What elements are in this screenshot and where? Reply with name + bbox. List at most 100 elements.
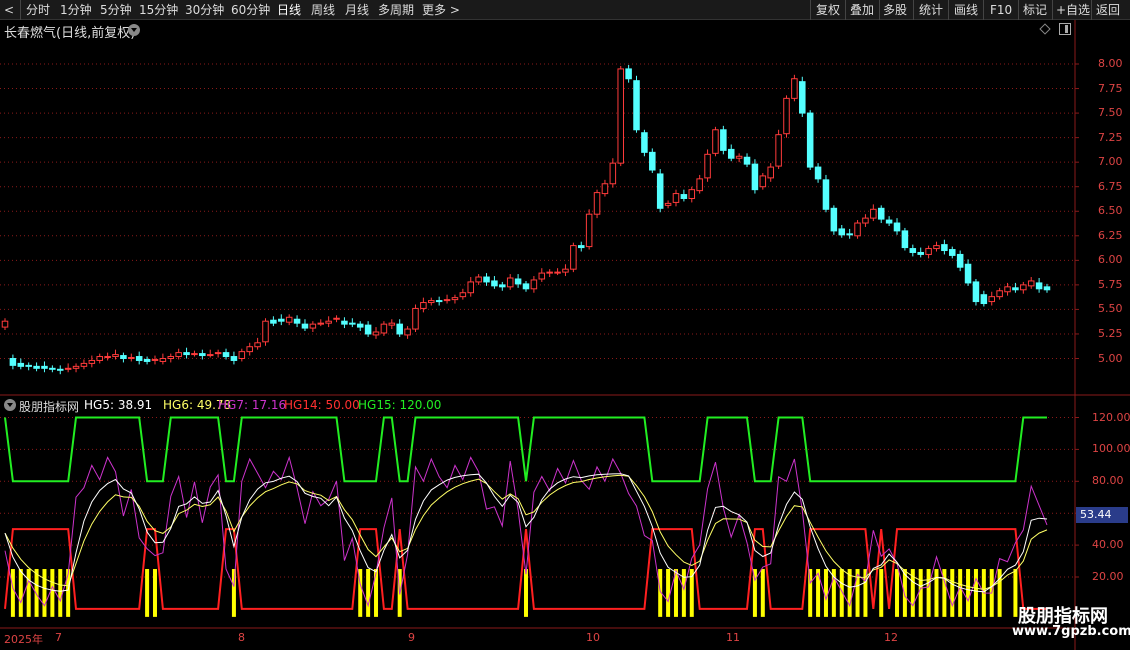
candle (278, 318, 285, 322)
hg14-value: HG14: 50.00 (284, 398, 360, 412)
candle (862, 217, 869, 224)
candle (1004, 286, 1011, 293)
candle (506, 277, 514, 288)
candle (459, 292, 467, 298)
candle (262, 320, 269, 343)
candle (372, 331, 380, 336)
date-label: 7 (55, 631, 62, 644)
indicator-name: 股朋指标网 (19, 400, 80, 414)
candle (475, 276, 482, 283)
candle (72, 365, 80, 369)
candle (735, 155, 743, 159)
candle (601, 183, 609, 195)
current-indicator-value: 53.44 (1076, 507, 1128, 523)
candle (214, 352, 222, 355)
price-tick-label: 5.50 (1098, 302, 1123, 316)
candle (443, 299, 451, 302)
candle (317, 322, 325, 325)
indicator-legend: 股朋指标网 HG5: 38.91 HG6: 49.78 HG7: 17.16 H… (0, 396, 1075, 414)
chevron-down-icon[interactable] (128, 24, 140, 36)
signal-bar (966, 569, 971, 617)
candle (822, 179, 830, 210)
candle (696, 178, 703, 192)
candle (128, 357, 135, 360)
candle (609, 162, 617, 185)
date-label: 10 (586, 631, 600, 644)
candle (254, 342, 261, 348)
candle (625, 68, 632, 80)
watermark-url: www.7gpzb.com (1012, 624, 1130, 639)
candle (830, 207, 838, 232)
price-tick-label: 7.50 (1098, 106, 1123, 120)
candle (838, 228, 846, 236)
signal-bar (760, 569, 765, 617)
candle (917, 251, 924, 255)
candle (428, 300, 435, 304)
candle (451, 297, 459, 301)
grid (0, 20, 1130, 650)
candle (56, 368, 64, 371)
candle (491, 280, 498, 287)
signal-bar (42, 569, 47, 617)
signal-bar (366, 569, 371, 617)
signal-bar (18, 569, 23, 617)
candle (680, 194, 688, 199)
candle (656, 173, 664, 209)
candle (49, 367, 56, 370)
candle (854, 222, 861, 237)
price-tick-label: 6.00 (1098, 253, 1123, 267)
candle (341, 320, 348, 325)
candle (301, 323, 309, 329)
candle (964, 263, 972, 284)
signal-bar (374, 569, 379, 617)
signal-bar (524, 569, 528, 617)
candle (633, 80, 640, 131)
candle (870, 208, 877, 219)
signal-bar (145, 569, 150, 617)
candle (96, 356, 103, 361)
signal-bar (58, 569, 63, 617)
price-tick-label: 5.00 (1098, 351, 1123, 365)
signal-bar (847, 569, 852, 617)
candle (727, 148, 735, 159)
candle (562, 268, 569, 273)
signal-bar (152, 569, 157, 617)
candle (570, 245, 577, 270)
candle (980, 294, 988, 305)
hg15-line (4, 416, 1047, 483)
panel-toggle-icon[interactable] (1059, 23, 1071, 35)
chevron-down-icon[interactable] (4, 399, 16, 411)
hg5-value: HG5: 38.91 (84, 398, 153, 412)
candle (704, 153, 711, 179)
candle (25, 364, 32, 367)
candle (1043, 286, 1051, 291)
signal-bar (958, 569, 963, 617)
candle (641, 132, 648, 153)
candle (877, 207, 885, 220)
candle (183, 352, 190, 356)
candle (64, 367, 72, 370)
candle (783, 97, 790, 135)
candle (593, 192, 601, 215)
candle (222, 352, 230, 358)
candle (664, 202, 672, 206)
indicator-tick-label: 20.00 (1092, 570, 1124, 583)
candle (499, 284, 506, 288)
candle (238, 351, 246, 359)
chart-canvas[interactable] (0, 0, 1130, 650)
candle (988, 296, 996, 303)
candle (380, 323, 388, 334)
candle (80, 362, 88, 367)
candle (9, 358, 17, 366)
candle (104, 356, 111, 359)
candle (1, 320, 9, 328)
indicator-series (4, 416, 1048, 617)
price-tick-label: 7.25 (1098, 130, 1123, 144)
candle (1020, 284, 1027, 291)
candle (767, 166, 774, 179)
price-tick-label: 5.75 (1098, 277, 1123, 291)
price-tick-label: 6.25 (1098, 228, 1123, 242)
candle (585, 213, 593, 248)
candle (191, 353, 198, 356)
candle (293, 318, 301, 324)
